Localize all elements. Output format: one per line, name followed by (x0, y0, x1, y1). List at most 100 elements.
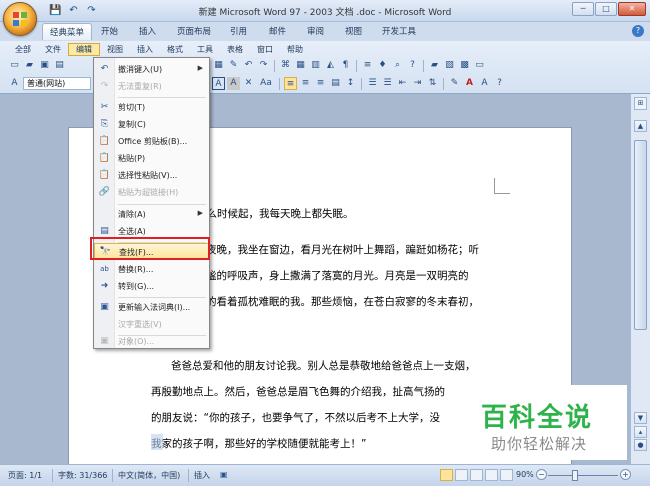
vertical-scrollbar[interactable]: ⊞ ▲ ▼ ▴ ● (630, 94, 650, 464)
zoom-level[interactable]: 90% (516, 470, 534, 479)
align-right-button[interactable]: ≡ (314, 77, 327, 90)
doc-line[interactable]: 谧的呼吸声，身上撒满了落寞的月光。月亮是一双明亮的 (206, 268, 469, 283)
format-painter-icon[interactable]: ✎ (227, 59, 240, 72)
tab-classic-menu[interactable]: 经典菜单 (42, 23, 93, 40)
doc-line[interactable]: 什么时候起，我每天晚上都失眠。 (196, 206, 354, 221)
full-screen-view-icon[interactable] (455, 469, 468, 481)
menu-window[interactable]: 窗口 (250, 43, 280, 56)
table-icon[interactable]: ▦ (294, 59, 307, 72)
redo-icon[interactable]: ↷ (257, 59, 270, 72)
maximize-button[interactable]: □ (595, 2, 617, 16)
character-scale-button[interactable]: A (478, 77, 491, 90)
paste-icon[interactable]: ▦ (212, 59, 225, 72)
hyperlink-icon[interactable]: ⌘ (279, 59, 292, 72)
select-browse-object-icon[interactable]: ● (634, 439, 647, 451)
tab-references[interactable]: 引用 (230, 25, 247, 37)
macro-record-icon[interactable]: ▣ (220, 470, 228, 479)
justify-button[interactable]: ▤ (329, 77, 342, 90)
insert-mode[interactable]: 插入 (194, 470, 210, 481)
menu-edit[interactable]: 编辑 (68, 43, 100, 56)
font-color-button[interactable]: A (463, 77, 476, 90)
menu-table[interactable]: 表格 (220, 43, 250, 56)
tab-home[interactable]: 开始 (101, 25, 118, 37)
highlight-color-button[interactable]: ✎ (448, 77, 461, 90)
menu-all[interactable]: 全部 (8, 43, 38, 56)
web-layout-view-icon[interactable] (470, 469, 483, 481)
help-circle-icon[interactable]: ? (493, 77, 506, 90)
print-layout-view-icon[interactable] (440, 469, 453, 481)
menu-format[interactable]: 格式 (160, 43, 190, 56)
menu-insert[interactable]: 插入 (130, 43, 160, 56)
zoom-out-button[interactable]: − (536, 469, 547, 480)
ruler-toggle-icon[interactable]: ⊞ (634, 97, 647, 110)
menu-item-paste[interactable]: 📋 粘贴(P) (94, 150, 209, 167)
style-icon[interactable]: ▩ (458, 59, 471, 72)
undo-icon[interactable]: ↶ (242, 59, 255, 72)
print-icon[interactable]: ▤ (53, 59, 66, 72)
tab-developer[interactable]: 开发工具 (382, 25, 416, 37)
drawing-icon[interactable]: ◭ (324, 59, 337, 72)
menu-item-update-ime-dictionary[interactable]: ▣ 更新输入法词典(I)... (94, 299, 209, 316)
increase-indent-button[interactable]: ⇥ (411, 77, 424, 90)
tab-mailings[interactable]: 邮件 (269, 25, 286, 37)
new-document-icon[interactable]: ▭ (8, 59, 21, 72)
menu-item-replace[interactable]: ab 替换(R)... (94, 261, 209, 278)
columns-icon[interactable]: ▥ (309, 59, 322, 72)
tab-insert[interactable]: 插入 (139, 25, 156, 37)
zoom-in-button[interactable]: + (620, 469, 631, 480)
menu-item-paste-special[interactable]: 📋 选择性粘贴(V)... (94, 167, 209, 184)
align-center-button[interactable]: ≡ (299, 77, 312, 90)
menu-item-copy[interactable]: ⎘ 复制(C) (94, 116, 209, 133)
doc-line[interactable]: 我家的孩子啊，那些好的学校随便就能考上！” (151, 436, 366, 451)
menu-item-cut[interactable]: ✂ 剪切(T) (94, 99, 209, 116)
styles-pane-icon[interactable]: A (8, 77, 21, 90)
doc-line[interactable]: 再殷勤地点上。然后，爸爸总是眉飞色舞的介绍我，扯高气扬的 (151, 384, 445, 399)
numbering-button[interactable]: ☰ (366, 77, 379, 90)
minimize-button[interactable]: ─ (572, 2, 594, 16)
decrease-indent-button[interactable]: ⇤ (396, 77, 409, 90)
tab-review[interactable]: 审阅 (307, 25, 324, 37)
folder-icon[interactable]: ▰ (428, 59, 441, 72)
menu-item-clear[interactable]: 清除(A) ▶ (94, 206, 209, 223)
style-combo[interactable]: 普通(网站) (23, 77, 91, 90)
close-button[interactable]: ✕ (618, 2, 646, 16)
align-left-icon[interactable]: ≡ (361, 59, 374, 72)
menu-item-office-clipboard[interactable]: 📋 Office 剪贴板(B)... (94, 133, 209, 150)
doc-line[interactable]: 的朋友说：“你的孩子，也要争气了，不然以后考不上大学，没 (151, 410, 440, 425)
scroll-up-icon[interactable]: ▲ (634, 120, 647, 132)
language-status[interactable]: 中文(简体，中国) (118, 470, 180, 481)
open-folder-icon[interactable]: ▰ (23, 59, 36, 72)
menu-help[interactable]: 帮助 (280, 43, 310, 56)
page-count[interactable]: 页面: 1/1 (8, 470, 42, 481)
draft-view-icon[interactable] (500, 469, 513, 481)
menu-item-repeat[interactable]: ↷ 无法重复(R) (94, 78, 209, 95)
zoom-slider-track[interactable] (548, 475, 618, 476)
menu-file[interactable]: 文件 (38, 43, 68, 56)
template-icon[interactable]: ▧ (443, 59, 456, 72)
char-border-button[interactable]: A (212, 77, 225, 90)
menu-item-object[interactable]: ▣ 对象(O)... (94, 333, 209, 350)
scroll-thumb[interactable] (634, 140, 647, 330)
menu-item-goto[interactable]: ➜ 转到(G)... (94, 278, 209, 295)
tab-view[interactable]: 视图 (345, 25, 362, 37)
insert-symbol-icon[interactable]: ♦ (376, 59, 389, 72)
line-spacing-button[interactable]: ↕ (344, 77, 357, 90)
doc-line[interactable]: 爸爸总爱和他的朋友讨论我。别人总是恭敬地给爸爸点上一支烟， (171, 358, 476, 373)
options-icon[interactable]: ▭ (473, 59, 486, 72)
phonetic-guide-icon[interactable]: ✕ (242, 77, 255, 90)
scroll-down-icon[interactable]: ▼ (634, 412, 647, 424)
bullets-button[interactable]: ☰ (381, 77, 394, 90)
tab-page-layout[interactable]: 页面布局 (177, 25, 211, 37)
zoom-icon[interactable]: ⌕ (391, 59, 404, 72)
menu-view[interactable]: 视图 (100, 43, 130, 56)
help-icon[interactable]: ? (632, 25, 644, 37)
align-left-button[interactable]: ≡ (284, 77, 297, 90)
previous-page-icon[interactable]: ▴ (634, 426, 647, 438)
menu-item-paste-hyperlink[interactable]: 🔗 粘贴为超链接(H) (94, 184, 209, 201)
word-count[interactable]: 字数: 31/366 (58, 470, 107, 481)
sort-button[interactable]: ⇅ (426, 77, 439, 90)
change-case-button[interactable]: Aa (257, 77, 275, 90)
doc-line[interactable]: 夜晚，我坐在窗边，看月光在树叶上舞蹈，蹁跹如杨花；听 (206, 242, 479, 257)
show-marks-icon[interactable]: ¶ (339, 59, 352, 72)
outline-view-icon[interactable] (485, 469, 498, 481)
